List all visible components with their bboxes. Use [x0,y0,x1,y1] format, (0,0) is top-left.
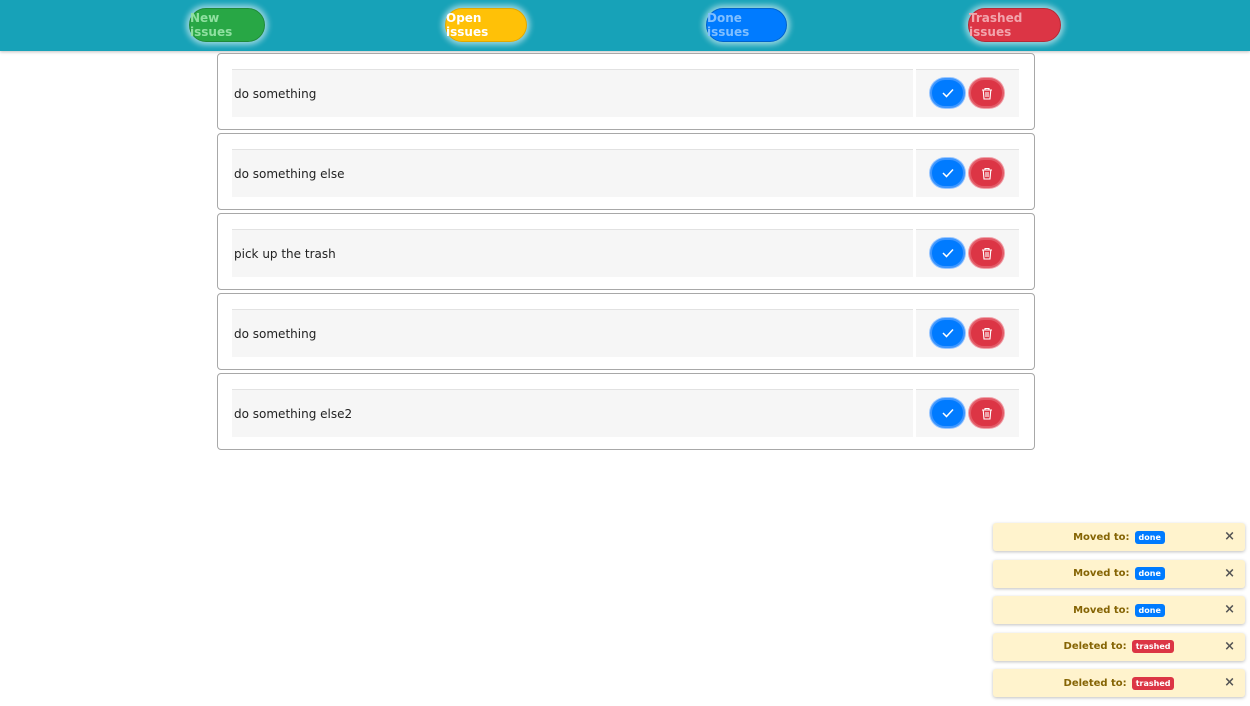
check-icon [941,248,954,258]
trash-icon [981,327,992,340]
toast-notification: Deleted to: trashed × [993,669,1245,697]
trash-icon [981,407,992,420]
toast-label: Moved to: [1073,568,1130,579]
trash-button[interactable] [969,158,1004,188]
status-badge: trashed [1131,676,1175,690]
toast-label: Moved to: [1073,604,1130,616]
issue-card: do something else [217,133,1035,210]
issue-text: do something else2 [232,389,913,437]
status-badge: done [1134,530,1165,544]
check-icon [941,168,954,178]
open-issues-button[interactable]: Open issues [445,8,527,42]
close-icon[interactable]: × [1224,529,1235,544]
trash-button[interactable] [969,398,1004,428]
issue-card: pick up the trash [217,213,1035,290]
issue-list: do something do something else pick up t… [217,53,1035,453]
issue-text: do something else [232,149,913,197]
issue-text: do something [232,69,913,117]
toast-notification: Moved to: done × [993,596,1245,624]
issue-text: pick up the trash [232,229,913,277]
toast-notification: Deleted to: trashed × [993,632,1245,661]
issue-card: do something else2 [217,373,1035,450]
issue-actions [916,69,1019,117]
status-badge: trashed [1131,640,1175,653]
toast-label: Deleted to: [1063,641,1127,652]
mark-done-button[interactable] [930,398,965,428]
issue-actions [916,149,1019,197]
trash-button[interactable] [969,238,1004,268]
close-icon[interactable]: × [1224,675,1235,690]
issue-actions [916,389,1019,437]
trash-icon [981,87,992,100]
check-icon [941,408,954,418]
top-navbar: New issues Open issues Done issues Trash… [0,0,1250,51]
trash-icon [981,167,992,180]
check-icon [941,328,954,338]
close-icon[interactable]: × [1224,602,1235,617]
issue-card: do something [217,53,1035,130]
trash-button[interactable] [969,78,1004,108]
issue-actions [916,229,1019,277]
mark-done-button[interactable] [930,238,965,268]
done-issues-button[interactable]: Done issues [706,8,787,42]
toast-notification: Moved to: done × [993,559,1245,588]
new-issues-button[interactable]: New issues [189,8,265,42]
toast-notification: Moved to: done × [993,523,1245,551]
mark-done-button[interactable] [930,158,965,188]
close-icon[interactable]: × [1224,639,1235,654]
trash-icon [981,247,992,260]
issue-card: do something [217,293,1035,370]
close-icon[interactable]: × [1224,566,1235,581]
toast-label: Deleted to: [1063,677,1127,689]
status-badge: done [1134,567,1165,580]
trash-button[interactable] [969,318,1004,348]
status-badge: done [1134,603,1165,617]
issue-actions [916,309,1019,357]
trashed-issues-button[interactable]: Trashed issues [968,8,1061,42]
check-icon [941,88,954,98]
issue-text: do something [232,309,913,357]
mark-done-button[interactable] [930,318,965,348]
toast-label: Moved to: [1073,531,1130,543]
toast-area: Moved to: done × Moved to: done × Moved … [993,523,1245,706]
mark-done-button[interactable] [930,78,965,108]
